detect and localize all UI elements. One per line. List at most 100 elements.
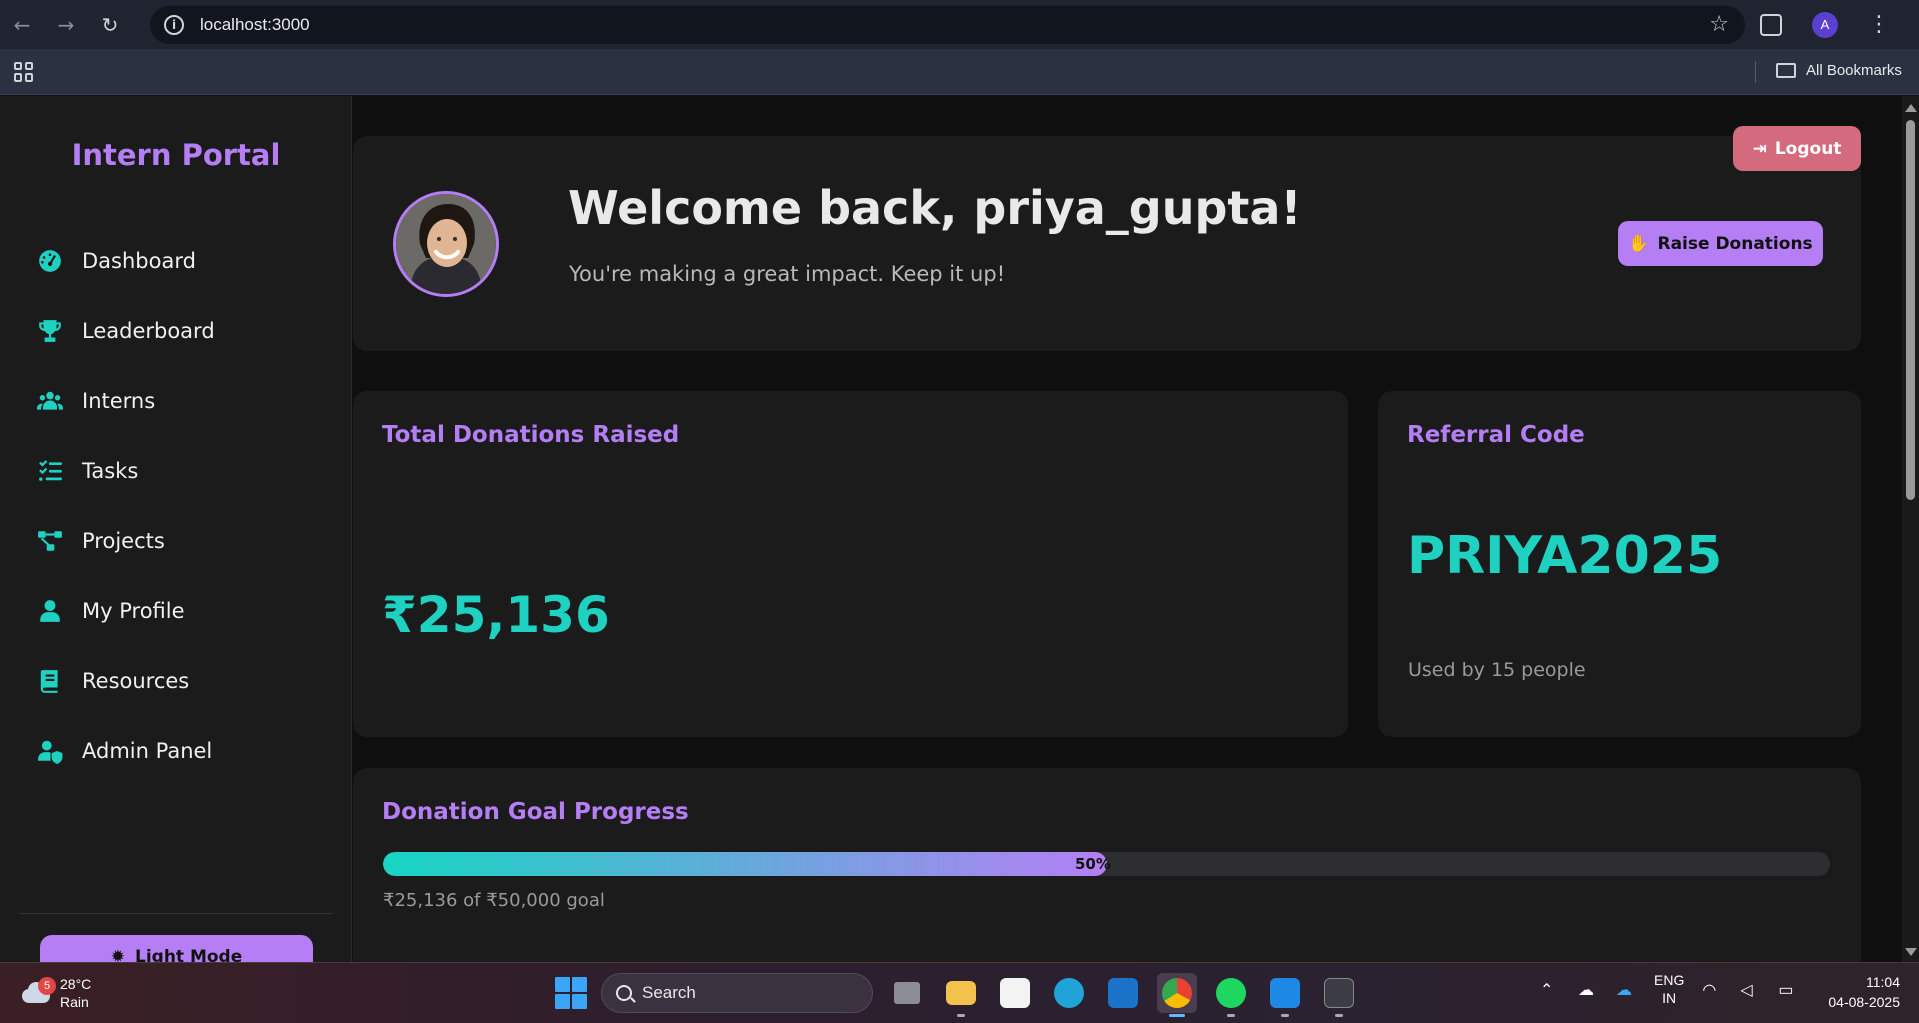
browser-menu-icon[interactable]: ⋮ xyxy=(1868,13,1890,36)
page-title: Welcome back, priya_gupta! xyxy=(568,181,1302,235)
microsoft-store-icon[interactable] xyxy=(995,973,1035,1013)
goal-progress-bar: 50% xyxy=(383,852,1830,876)
checklist-icon xyxy=(36,457,64,485)
app-viewport: Intern Portal Dashboard Leaderboard Inte… xyxy=(0,96,1919,962)
scroll-up-arrow[interactable] xyxy=(1905,104,1917,112)
sidebar-divider xyxy=(20,913,332,914)
extensions-icon[interactable] xyxy=(1760,13,1782,36)
task-view-icon[interactable] xyxy=(887,973,927,1013)
logout-icon: ⇥ xyxy=(1752,138,1767,159)
sidebar-item-label: Leaderboard xyxy=(82,319,215,343)
sidebar-item-tasks[interactable]: Tasks xyxy=(36,457,138,485)
address-bar[interactable]: i localhost:3000 ☆ xyxy=(150,6,1745,44)
search-icon xyxy=(616,985,632,1001)
sidebar-item-interns[interactable]: Interns xyxy=(36,387,155,415)
referral-code[interactable]: PRIYA2025 xyxy=(1407,526,1722,586)
weather-desc: Rain xyxy=(60,994,89,1010)
logout-button[interactable]: ⇥ Logout xyxy=(1733,126,1861,171)
sidebar-item-label: Interns xyxy=(82,389,156,413)
reload-button[interactable]: ↻ xyxy=(88,0,132,49)
weather-widget[interactable]: 5 28°C Rain xyxy=(18,975,91,1011)
raise-donations-label: Raise Donations xyxy=(1657,233,1813,254)
clock-time: 11:04 xyxy=(1866,974,1900,990)
sidebar-item-label: Tasks xyxy=(82,459,139,483)
hand-holding-dollar-icon: ✋ xyxy=(1628,233,1650,254)
url-text: localhost:3000 xyxy=(200,15,310,34)
light-mode-button[interactable]: ✹ Light Mode xyxy=(40,935,313,962)
goal-card: Donation Goal Progress 50% ₹25,136 of ₹5… xyxy=(353,768,1861,962)
sidebar-item-projects[interactable]: Projects xyxy=(36,527,165,555)
site-info-icon[interactable]: i xyxy=(164,15,184,35)
taskbar-search[interactable]: Search xyxy=(601,973,873,1013)
sidebar-item-dashboard[interactable]: Dashboard xyxy=(36,247,196,275)
sidebar-item-my-profile[interactable]: My Profile xyxy=(36,597,185,625)
clock-date: 04-08-2025 xyxy=(1828,994,1900,1010)
terminal-icon[interactable] xyxy=(1319,973,1359,1017)
diagram-icon xyxy=(36,527,64,555)
users-icon xyxy=(36,387,64,415)
logout-label: Logout xyxy=(1774,138,1842,159)
user-shield-icon xyxy=(36,737,64,765)
volume-icon[interactable]: ◁ xyxy=(1740,980,1760,999)
sidebar-item-label: Admin Panel xyxy=(82,739,213,763)
browser-toolbar: ← → ↻ i localhost:3000 ☆ A ⋮ xyxy=(0,0,1919,49)
raise-donations-button[interactable]: ✋ Raise Donations xyxy=(1618,221,1823,266)
weather-badge: 5 xyxy=(38,977,56,995)
goal-title: Donation Goal Progress xyxy=(382,799,689,825)
donations-value: ₹25,136 xyxy=(382,586,610,644)
wifi-icon[interactable]: ◠ xyxy=(1702,980,1722,999)
brand-title: Intern Portal xyxy=(71,138,281,172)
folder-icon xyxy=(1776,63,1796,78)
vscode-icon[interactable] xyxy=(1265,973,1305,1017)
avatar-photo xyxy=(396,194,496,294)
all-bookmarks-button[interactable]: All Bookmarks xyxy=(1776,62,1902,79)
welcome-card: Welcome back, priya_gupta! You're making… xyxy=(353,136,1861,351)
bookmark-star-icon[interactable]: ☆ xyxy=(1709,12,1729,37)
outlook-icon[interactable] xyxy=(1103,973,1143,1013)
forward-button[interactable]: → xyxy=(44,0,88,49)
battery-icon[interactable]: ▭ xyxy=(1778,980,1798,999)
bookmarks-bar: All Bookmarks xyxy=(0,49,1919,95)
chevron-up-icon[interactable]: ⌃ xyxy=(1540,980,1560,999)
apps-grid-icon[interactable] xyxy=(14,61,34,82)
system-tray: ⌃ ☁ ☁ ENG IN ◠ ◁ ▭ xyxy=(1540,971,1798,1007)
chrome-icon[interactable] xyxy=(1157,973,1197,1017)
language-code: ENG xyxy=(1654,972,1685,988)
sidebar: Intern Portal Dashboard Leaderboard Inte… xyxy=(0,96,352,962)
cloud-sync-icon[interactable]: ☁ xyxy=(1578,980,1598,999)
edge-icon[interactable] xyxy=(1049,973,1089,1013)
sidebar-item-resources[interactable]: Resources xyxy=(36,667,189,695)
start-button[interactable] xyxy=(555,977,587,1009)
page-scrollbar[interactable] xyxy=(1902,96,1919,962)
language-indicator[interactable]: ENG IN xyxy=(1654,971,1684,1007)
scroll-down-arrow[interactable] xyxy=(1905,948,1917,956)
sidebar-item-label: Resources xyxy=(82,669,190,693)
goal-progress-fill xyxy=(383,852,1107,876)
gauge-icon xyxy=(36,247,64,275)
onedrive-icon[interactable]: ☁ xyxy=(1616,980,1636,999)
bookmarks-divider xyxy=(1755,61,1756,83)
browser-profile-avatar[interactable]: A xyxy=(1812,11,1838,38)
taskbar: 5 28°C Rain Search ⌃ ☁ ☁ ENG IN ◠ ◁ ▭ 11… xyxy=(0,962,1919,1023)
goal-amount-text: ₹25,136 of ₹50,000 goal xyxy=(383,890,605,911)
scroll-thumb[interactable] xyxy=(1906,120,1915,500)
sidebar-item-leaderboard[interactable]: Leaderboard xyxy=(36,317,215,345)
referral-used-text: Used by 15 people xyxy=(1408,659,1586,681)
welcome-subtitle: You're making a great impact. Keep it up… xyxy=(569,262,1006,286)
sidebar-item-admin-panel[interactable]: Admin Panel xyxy=(36,737,212,765)
book-icon xyxy=(36,667,64,695)
region-code: IN xyxy=(1662,990,1677,1006)
sidebar-item-label: Projects xyxy=(82,529,165,553)
goal-progress-percent: 50% xyxy=(1075,855,1111,873)
trophy-icon xyxy=(36,317,64,345)
user-icon xyxy=(36,597,64,625)
referral-title: Referral Code xyxy=(1407,422,1585,448)
spotify-icon[interactable] xyxy=(1211,973,1251,1017)
file-explorer-icon[interactable] xyxy=(941,973,981,1017)
sidebar-item-label: My Profile xyxy=(82,599,185,623)
all-bookmarks-label: All Bookmarks xyxy=(1806,62,1902,79)
back-button[interactable]: ← xyxy=(0,0,44,49)
weather-temp: 28°C xyxy=(60,976,92,992)
taskbar-search-label: Search xyxy=(642,983,696,1002)
system-clock[interactable]: 11:04 04-08-2025 xyxy=(1810,972,1900,1012)
